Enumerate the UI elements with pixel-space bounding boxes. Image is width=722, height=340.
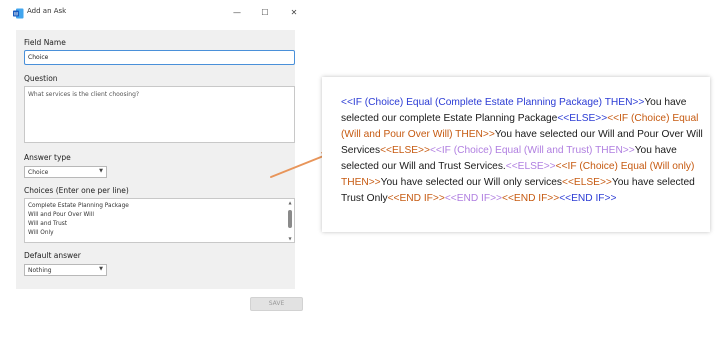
- question-textarea[interactable]: What services is the client choosing?: [24, 86, 295, 143]
- field-name-input[interactable]: Choice: [24, 50, 295, 65]
- default-answer-label: Default answer: [24, 251, 81, 260]
- screenshot-stage: W Add an Ask — ☐ ✕ Field Name Choice Que…: [0, 0, 722, 340]
- default-answer-value: Nothing: [28, 267, 52, 274]
- choices-scrollbar[interactable]: ▲ ▼: [287, 200, 293, 241]
- conditional-text-body: <<IF (Choice) Equal (Complete Estate Pla…: [341, 95, 706, 207]
- default-answer-select[interactable]: Nothing ▼: [24, 264, 107, 276]
- window-title: Add an Ask: [27, 7, 67, 15]
- merge-field-segment: <<END IF>>: [559, 193, 617, 204]
- save-button[interactable]: SAVE: [250, 297, 303, 311]
- chevron-down-icon: ▼: [99, 266, 103, 272]
- choice-line: Complete Estate Planning Package: [28, 203, 129, 209]
- answer-type-value: Choice: [28, 169, 49, 176]
- minimize-button[interactable]: —: [230, 6, 244, 20]
- svg-text:W: W: [14, 11, 19, 17]
- choice-line: Will and Trust: [28, 221, 68, 227]
- choice-line: Will and Pour Over Will: [28, 212, 94, 218]
- choices-label: Choices (Enter one per line): [24, 186, 129, 195]
- title-bar[interactable]: W Add an Ask — ☐ ✕: [8, 0, 305, 26]
- field-name-label: Field Name: [24, 38, 66, 47]
- question-label: Question: [24, 74, 58, 83]
- choice-line: Will Only: [28, 230, 54, 236]
- merge-field-segment: <<END IF>>: [387, 193, 445, 204]
- merge-field-segment: <<ELSE>>: [557, 113, 608, 124]
- word-app-icon: W: [13, 8, 24, 19]
- add-an-ask-dialog: W Add an Ask — ☐ ✕ Field Name Choice Que…: [8, 0, 305, 316]
- body-text-segment: You have selected our Will only services: [380, 177, 563, 188]
- merge-field-segment: <<ELSE>>: [505, 161, 556, 172]
- merge-field-segment: <<ELSE>>: [380, 145, 430, 156]
- document-excerpt: <<IF (Choice) Equal (Complete Estate Pla…: [322, 77, 710, 232]
- scroll-up-icon[interactable]: ▲: [287, 200, 293, 205]
- merge-field-segment: <<IF (Choice) Equal (Complete Estate Pla…: [341, 97, 645, 108]
- close-button[interactable]: ✕: [287, 6, 301, 20]
- merge-field-segment: <<END IF>>: [502, 193, 560, 204]
- merge-field-segment: <<IF (Choice) Equal (Will and Trust) THE…: [429, 145, 635, 156]
- scroll-down-icon[interactable]: ▼: [287, 236, 293, 241]
- choices-textarea[interactable]: Complete Estate Planning Package Will an…: [24, 198, 295, 243]
- answer-type-label: Answer type: [24, 153, 71, 162]
- answer-type-select[interactable]: Choice ▼: [24, 166, 107, 178]
- scroll-thumb[interactable]: [288, 210, 292, 228]
- merge-field-segment: <<END IF>>: [444, 193, 503, 204]
- chevron-down-icon: ▼: [99, 168, 103, 174]
- merge-field-segment: <<ELSE>>: [562, 177, 612, 188]
- maximize-button[interactable]: ☐: [258, 6, 272, 20]
